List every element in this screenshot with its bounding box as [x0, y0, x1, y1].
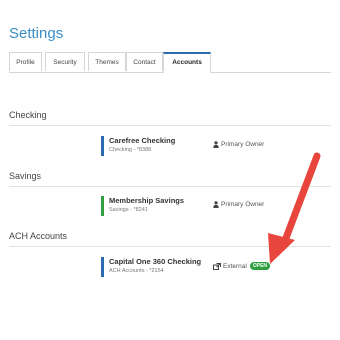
account-number: ACH Accounts - *2154 [109, 268, 164, 274]
annotation-arrow [268, 152, 321, 264]
tab-security[interactable]: Security [45, 52, 85, 71]
account-membership-savings[interactable]: Membership Savings Savings - *8241 [101, 196, 184, 216]
external-link-icon [213, 263, 221, 270]
tab-themes[interactable]: Themes [88, 52, 126, 71]
tab-profile[interactable]: Profile [9, 52, 42, 71]
ownership-status: External OPEN [213, 262, 271, 270]
divider [9, 246, 331, 247]
ownership-label: Primary Owner [221, 201, 265, 208]
divider [9, 186, 331, 187]
ownership-status: Primary Owner [213, 201, 264, 208]
account-name[interactable]: Carefree Checking [109, 136, 175, 146]
account-name[interactable]: Membership Savings [109, 196, 184, 206]
status-badge: OPEN [249, 262, 271, 270]
account-capital-one-360-checking[interactable]: Capital One 360 Checking ACH Accounts - … [101, 257, 201, 277]
divider [9, 125, 331, 126]
ownership-label: External [223, 263, 247, 270]
person-icon [213, 141, 219, 148]
account-number: Savings - *8241 [109, 207, 148, 213]
person-icon [213, 201, 219, 208]
account-name[interactable]: Capital One 360 Checking [109, 257, 201, 267]
ownership-label: Primary Owner [221, 141, 265, 148]
account-number: Checking - *8388 [109, 147, 152, 153]
account-carefree-checking[interactable]: Carefree Checking Checking - *8388 [101, 136, 175, 156]
section-label-savings: Savings [9, 171, 42, 181]
settings-page: Settings Profile Security Themes Contact… [0, 0, 340, 340]
section-label-ach-accounts: ACH Accounts [9, 231, 68, 241]
ownership-status: Primary Owner [213, 141, 264, 148]
tab-contact[interactable]: Contact [126, 52, 163, 71]
section-label-checking: Checking [9, 110, 47, 120]
settings-tabs: Profile Security Themes Contact Accounts [9, 52, 331, 73]
page-title: Settings [9, 25, 64, 42]
tab-accounts[interactable]: Accounts [163, 52, 211, 73]
